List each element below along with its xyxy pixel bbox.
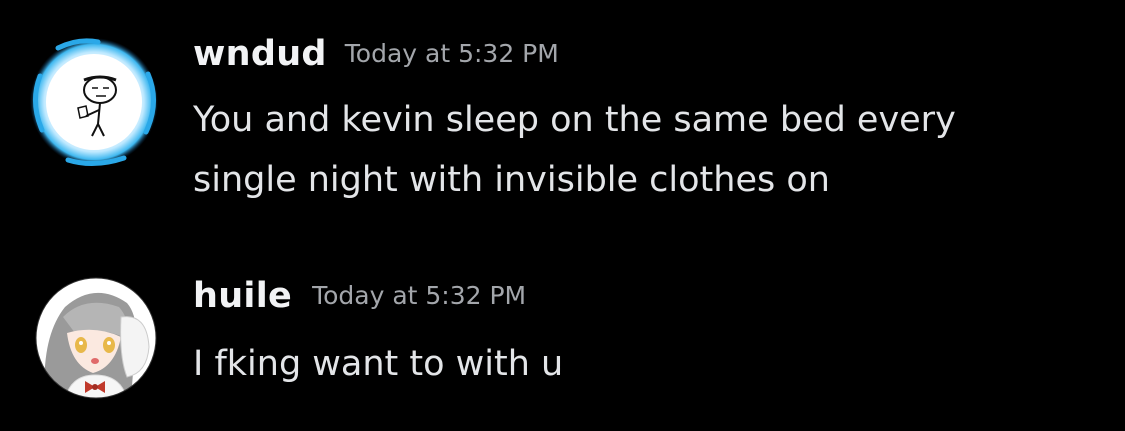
- stick-figure-avatar-icon: [30, 38, 158, 166]
- avatar[interactable]: [35, 277, 157, 399]
- timestamp: Today at 5:32 PM: [312, 281, 527, 310]
- username[interactable]: huile: [193, 276, 292, 316]
- message-line: single night with invisible clothes on: [193, 160, 830, 200]
- anime-girl-avatar-icon: [35, 277, 157, 399]
- username[interactable]: wndud: [193, 34, 327, 74]
- message-header: huile Today at 5:32 PM: [193, 276, 526, 316]
- message-content: I fking want to with u: [193, 334, 1093, 394]
- message-content: You and kevin sleep on the same bed ever…: [193, 90, 1093, 210]
- timestamp: Today at 5:32 PM: [344, 39, 559, 68]
- avatar[interactable]: [28, 36, 160, 168]
- message-header: wndud Today at 5:32 PM: [193, 34, 559, 74]
- chat-message-list: wndud Today at 5:32 PM You and kevin slee…: [0, 0, 1125, 431]
- message-line: You and kevin sleep on the same bed ever…: [193, 100, 956, 140]
- message-line: I fking want to with u: [193, 344, 564, 384]
